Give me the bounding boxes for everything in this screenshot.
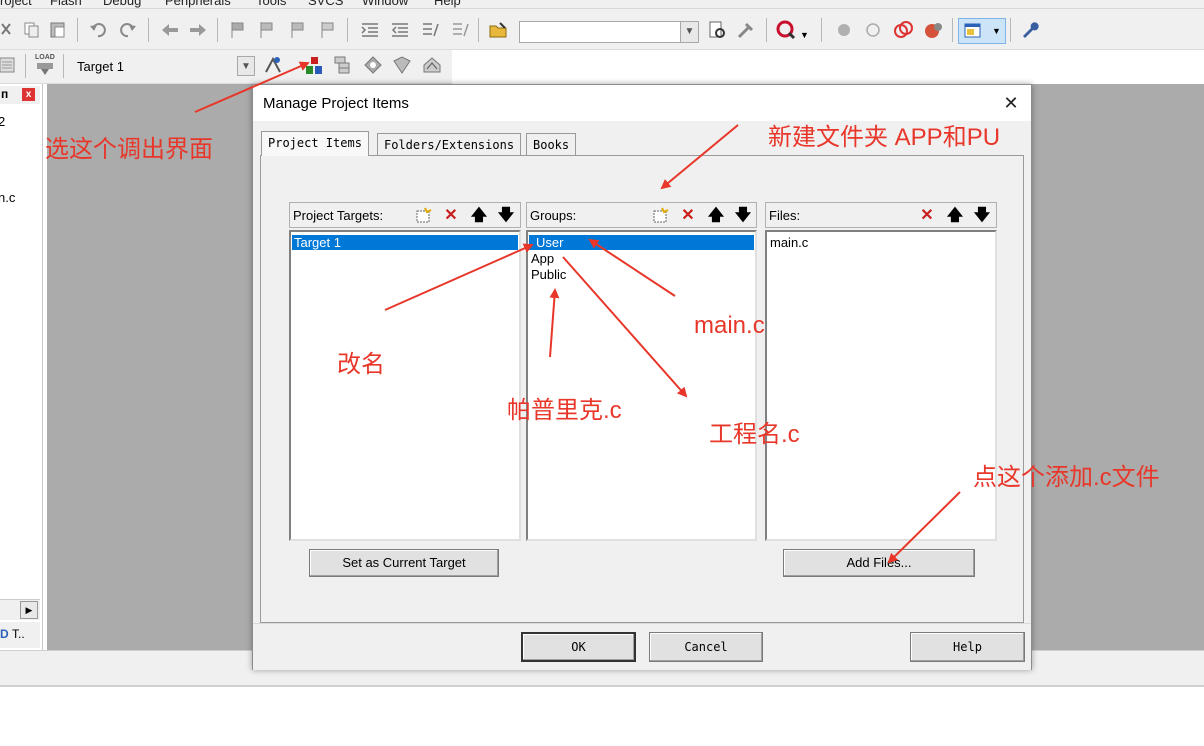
arrow-to-user-group [588, 238, 676, 297]
arrow-to-target [384, 243, 534, 311]
arrow-to-new-group [660, 124, 739, 190]
annotation-arrows [194, 61, 961, 564]
annotation-pupuli: 帕普里克.c [507, 397, 622, 424]
annotation-rename: 改名 [337, 351, 385, 378]
annotation-main-c: main.c [694, 312, 765, 339]
arrow-to-add-files [887, 491, 961, 564]
annotation-project-name: 工程名.c [709, 421, 800, 448]
arrow-from-user-group [562, 256, 688, 398]
annotation-new-folder: 新建文件夹 APP和PU [768, 124, 1001, 151]
arrow-to-manage-icon [194, 61, 310, 113]
tab-project-items[interactable]: Project Items [261, 131, 369, 156]
arrow-to-public-group [549, 288, 560, 358]
annotation-select-ui: 选这个调出界面 [45, 136, 213, 163]
annotation-add-c-file: 点这个添加.c文件 [973, 464, 1160, 491]
